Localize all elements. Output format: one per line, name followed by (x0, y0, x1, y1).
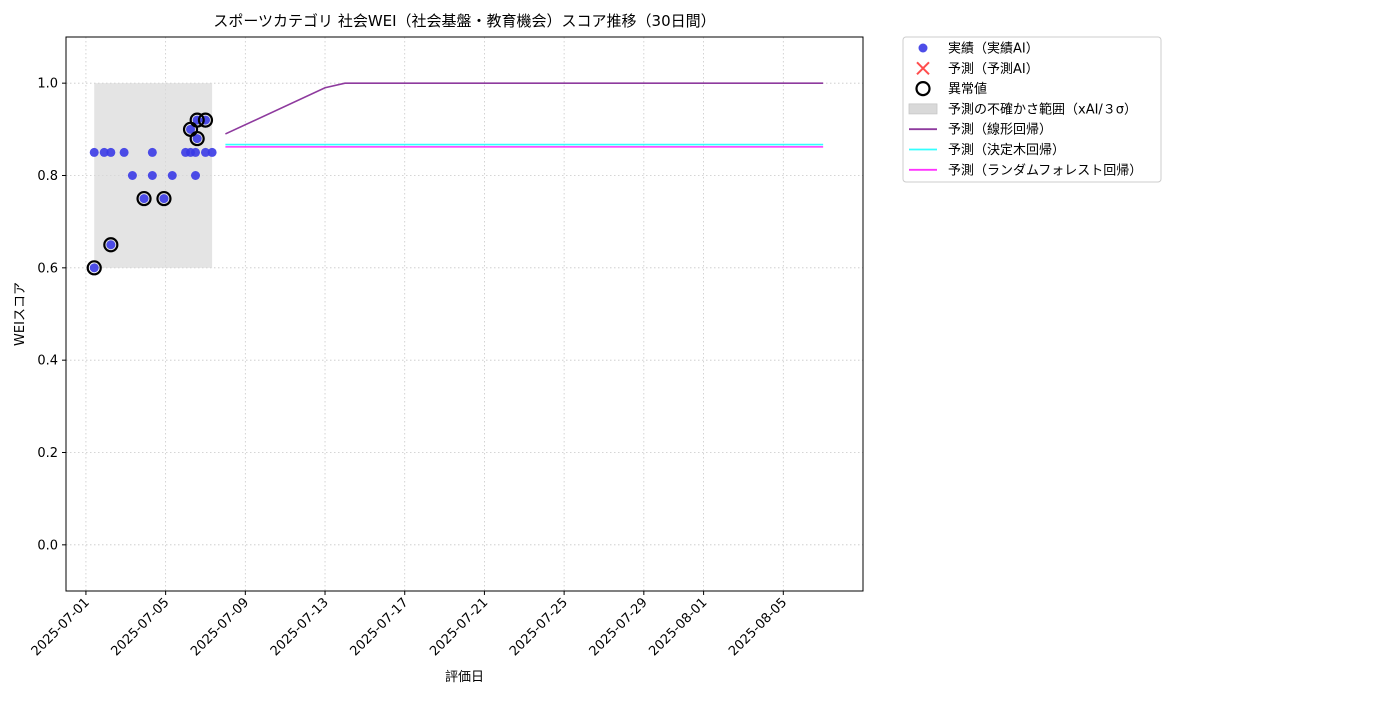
actual-point (191, 147, 201, 157)
legend-label: 予測の不確かさ範囲（xAI/３σ） (948, 101, 1137, 117)
y-axis-ticks: 0.0 0.2 0.4 0.6 0.8 1.0 (37, 77, 66, 553)
legend-swatch-dot (918, 43, 928, 53)
x-axis-ticks: 2025-07-01 2025-07-05 2025-07-09 2025-07-13… (29, 591, 790, 659)
x-tick-label: 2025-07-25 (507, 595, 571, 659)
y-tick-label: 0.0 (37, 538, 58, 553)
y-tick-label: 0.8 (37, 169, 58, 184)
x-tick-label: 2025-07-09 (188, 595, 252, 659)
actual-point (191, 171, 201, 180)
x-axis-label: 評価日 (445, 670, 484, 685)
legend: 実績（実績AI） 予測（予測AI） 異常値予測の不確かさ範囲（xAI/３σ） 予測（線… (902, 36, 1162, 183)
y-tick-label: 1.0 (37, 77, 58, 92)
legend-label: 異常値 (948, 81, 987, 97)
actual-point (127, 171, 137, 180)
x-tick-label: 2025-07-21 (427, 595, 491, 659)
x-tick-label: 2025-07-13 (268, 595, 332, 659)
x-tick-label: 2025-07-05 (108, 595, 172, 659)
x-tick-label: 2025-07-01 (29, 595, 93, 659)
x-tick-label: 2025-07-29 (587, 595, 651, 659)
legend-label: 予測（ランダムフォレスト回帰） (948, 162, 1142, 178)
actual-point (207, 147, 217, 157)
actual-point (139, 194, 149, 204)
y-tick-label: 0.6 (37, 261, 58, 276)
actual-point (167, 171, 177, 180)
x-tick-label: 2025-07-17 (348, 595, 412, 659)
chart-figure: 0.0 0.2 0.4 0.6 0.8 1.0 2025-07-01 2025-07-05 2… (0, 0, 1400, 700)
forecast-lines-layer (225, 82, 824, 148)
legend-swatch-band (908, 103, 938, 115)
x-tick-label: 2025-08-05 (726, 595, 790, 659)
actual-point (159, 194, 169, 204)
actual-point (147, 147, 157, 157)
legend-label: 予測（線形回帰） (948, 122, 1052, 138)
forecast-line (225, 82, 824, 135)
actual-point (89, 147, 99, 157)
actual-point (119, 147, 129, 157)
x-tick-label: 2025-08-01 (646, 595, 710, 659)
legend-label: 実績（実績AI） (948, 41, 1039, 57)
actual-point (106, 147, 116, 157)
actual-point (89, 263, 99, 273)
legend-label: 予測（予測AI） (948, 62, 1039, 77)
chart-svg: 0.00.20.40.60.81.0 2025-07-01 2025-07-05 2… (13, 12, 1162, 685)
y-tick-label: 0.2 (37, 446, 58, 461)
y-axis-label: WEIスコア (13, 282, 28, 346)
actual-point (106, 240, 116, 250)
actual-point (147, 171, 157, 180)
chart-title: スポーツカテゴリ 社会WEI（社会基盤・教育機会）スコア推移（30日間） (213, 12, 715, 30)
legend-label: 予測（決定木回帰） (948, 142, 1065, 158)
y-tick-label: 0.4 (37, 354, 58, 369)
